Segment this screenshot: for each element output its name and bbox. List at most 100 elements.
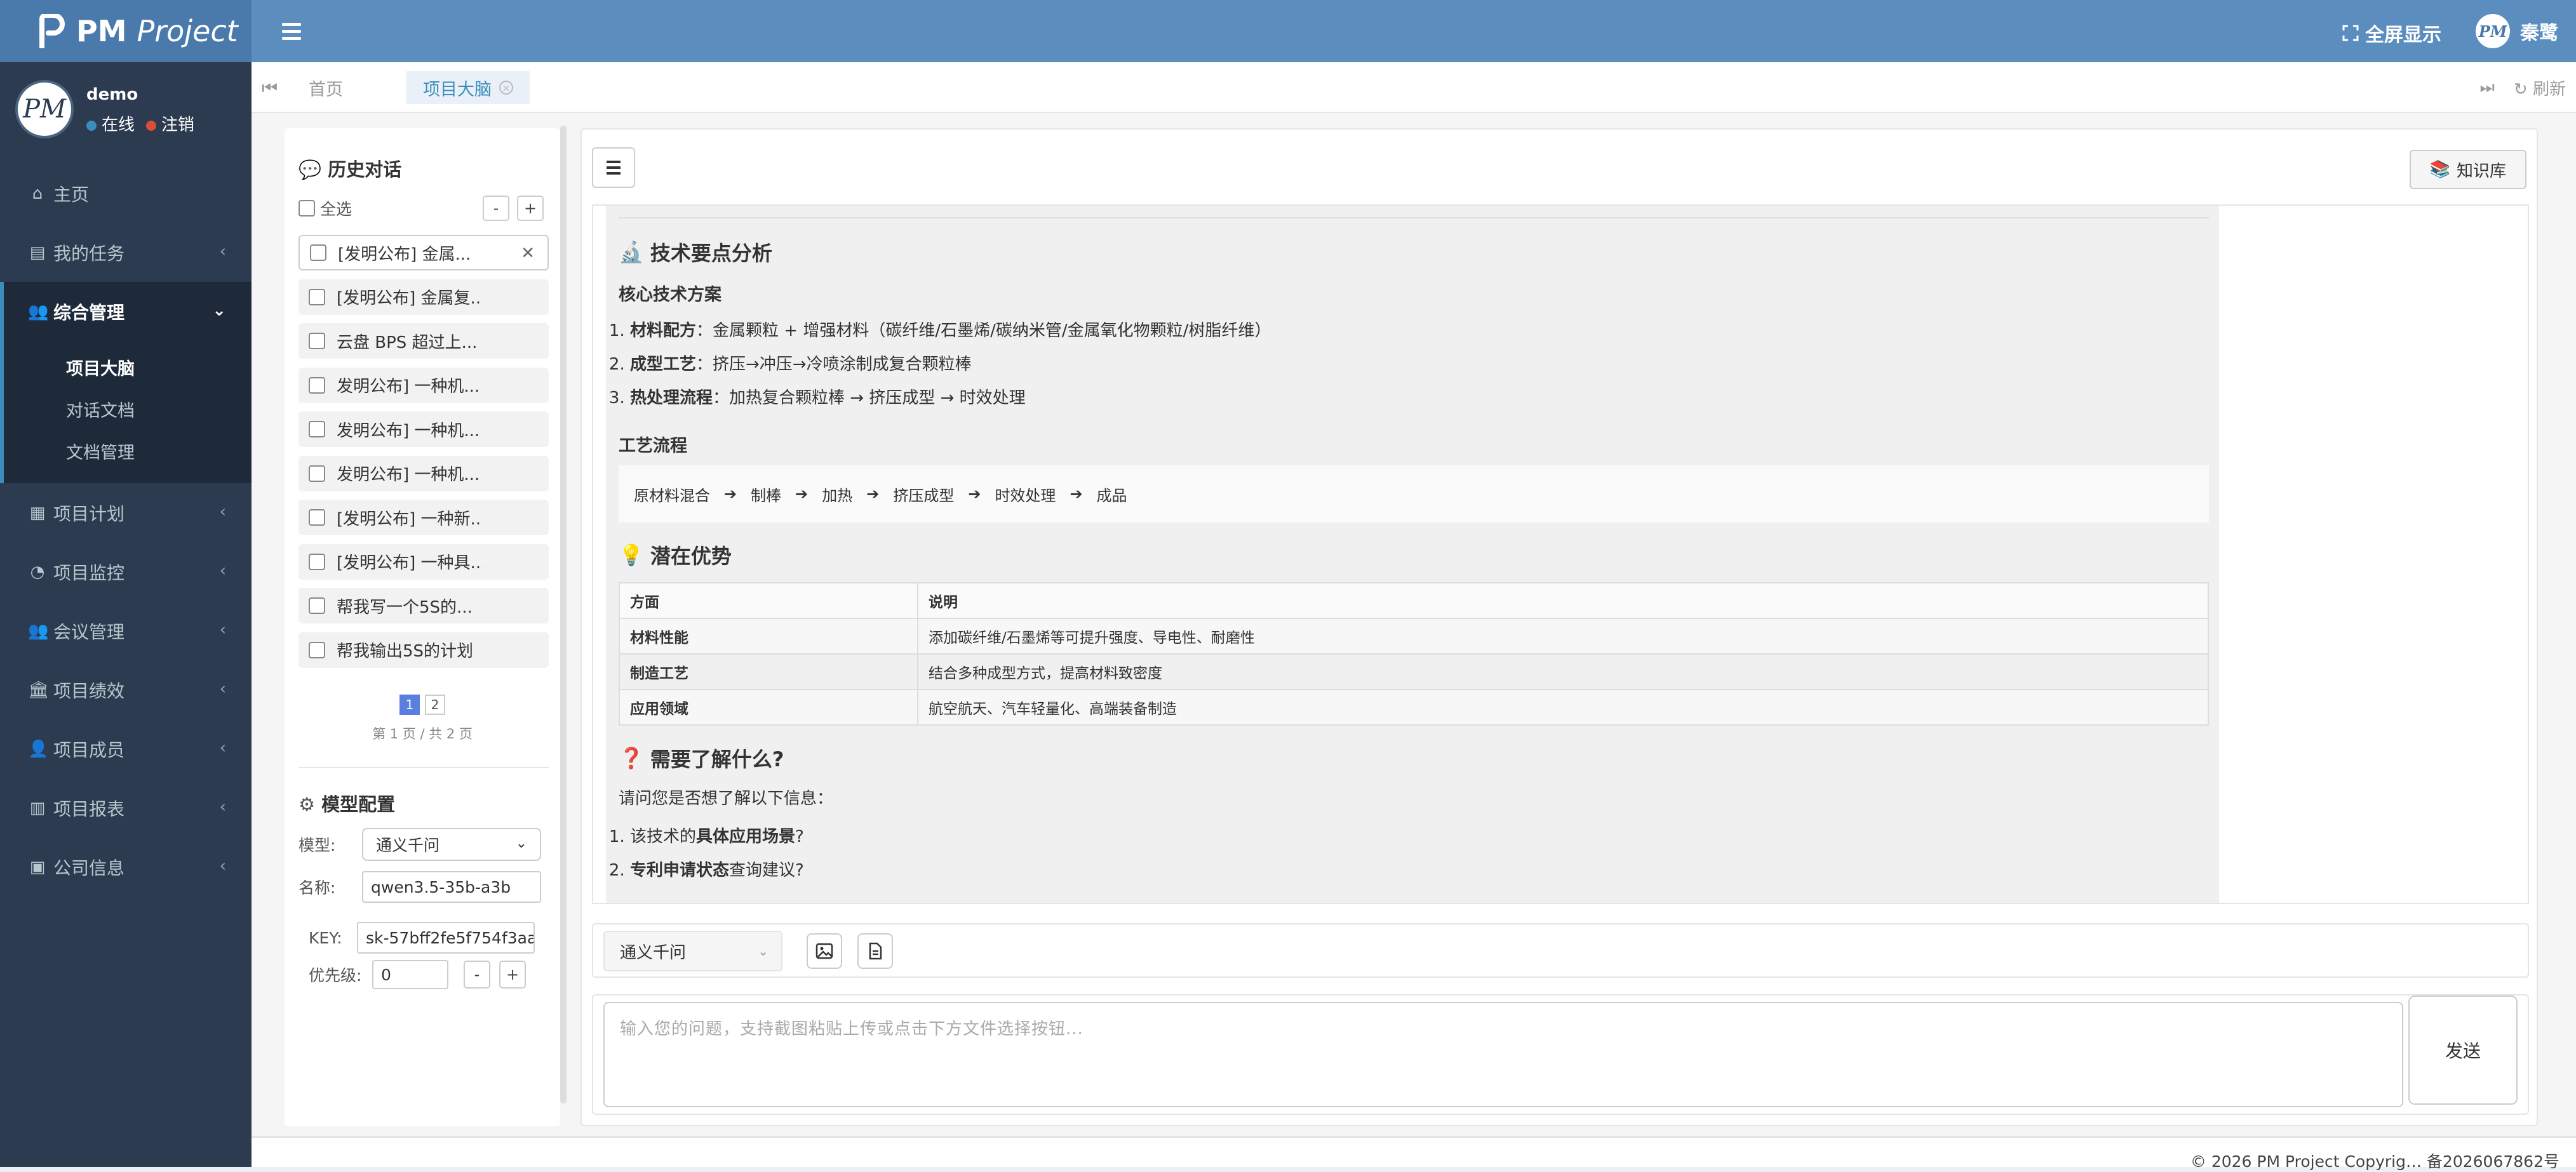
sidebar-item-reports[interactable]: ▥ 项目报表 ‹ — [0, 778, 252, 837]
page-1-button[interactable]: 1 — [399, 695, 420, 715]
send-button[interactable]: 发送 — [2408, 996, 2518, 1105]
chat-menu-button[interactable] — [592, 147, 635, 188]
table-header: 方面 — [619, 582, 918, 619]
name-input[interactable]: qwen3.5-35b-a3b — [362, 871, 541, 903]
sidebar: PM demo 在线 注销 ⌂ 主页 ▤ 我的任务 ‹ 👥 综合管理 ⌄ 项目大脑 对话文… — [0, 62, 252, 1167]
sidebar-item-performance[interactable]: 🏛 项目绩效 ‹ — [0, 660, 252, 719]
section-title-advantages: 💡 潜在优势 — [619, 543, 732, 568]
content-area: 💬 历史对话 全选 - + [发明公布] 金属... ✕ [发明公布] 金属复..… — [252, 113, 2576, 1136]
chevron-left-icon: ‹ — [219, 738, 226, 757]
logo[interactable]: PM Project — [0, 0, 252, 62]
item-checkbox[interactable] — [309, 597, 325, 614]
history-scrollbar[interactable] — [560, 126, 567, 1103]
list-item: 材料配方：金属颗粒 + 增强材料（碳纤维/石墨烯/碳纳米管/金属氧化物颗粒/树脂… — [630, 314, 2209, 348]
group-icon: 👥 — [28, 621, 49, 641]
logo-text: PM Project — [76, 14, 238, 48]
priority-decrement-button[interactable]: - — [464, 961, 490, 989]
fullscreen-button[interactable]: 全屏显示 — [2342, 19, 2441, 47]
priority-increment-button[interactable]: + — [499, 961, 526, 989]
avatar: PM — [2476, 14, 2510, 48]
arrow-icon: ➔ — [1070, 485, 1083, 503]
user-name: 秦鹭 — [2520, 22, 2558, 44]
sidebar-item-monitor[interactable]: ◔ 项目监控 ‹ — [0, 542, 252, 601]
list-item[interactable]: [发明公布] 金属... ✕ — [299, 235, 549, 270]
chevron-left-icon: ‹ — [219, 502, 226, 521]
expand-icon — [2342, 25, 2359, 41]
refresh-button[interactable]: ↻ 刷新 — [2514, 76, 2566, 100]
sidebar-toggle-icon[interactable] — [282, 19, 301, 42]
collapse-button[interactable]: - — [483, 196, 509, 221]
list-item[interactable]: [发明公布] 金属复... — [299, 279, 549, 315]
comment-icon: 💬 — [299, 159, 322, 180]
item-checkbox[interactable] — [309, 465, 325, 482]
list-item[interactable]: [发明公布] 一种具... — [299, 543, 549, 580]
chevron-left-icon: ‹ — [219, 620, 226, 639]
close-icon[interactable]: × — [499, 81, 513, 95]
item-checkbox[interactable] — [309, 376, 325, 394]
list-item[interactable]: [发明公布] 一种新... — [299, 500, 549, 535]
section-title-analysis: 🔬 技术要点分析 — [619, 240, 772, 265]
item-checkbox[interactable] — [309, 421, 325, 437]
sidebar-item-my-tasks[interactable]: ▤ 我的任务 ‹ — [0, 223, 252, 282]
sidebar-sub-project-brain[interactable]: 项目大脑 — [4, 346, 252, 388]
sidebar-sub-doc-manage[interactable]: 文档管理 — [4, 430, 252, 472]
flow-step: 原材料混合 — [634, 486, 710, 505]
core-tech-title: 核心技术方案 — [619, 285, 721, 305]
tab-scroll-left-icon[interactable]: ⏮ — [262, 77, 283, 99]
select-all-checkbox[interactable] — [299, 200, 315, 216]
process-flow: 原材料混合 ➔ 制棒 ➔ 加热 ➔ 挤压成型 ➔ 时效处理 ➔ 成品 — [619, 465, 2209, 523]
dashboard-icon: ◔ — [30, 562, 45, 582]
name-row: 名称: qwen3.5-35b-a3b — [299, 871, 541, 903]
key-label: KEY: — [309, 928, 342, 947]
name-label: 名称: — [299, 879, 336, 897]
list-item[interactable]: 发明公布] 一种机... — [299, 367, 549, 403]
input-toolbar: 通义千问 ⌄ — [592, 923, 2529, 978]
users-icon: 👥 — [28, 302, 49, 321]
item-checkbox[interactable] — [309, 333, 325, 349]
sidebar-item-meeting[interactable]: 👥 会议管理 ‹ — [0, 601, 252, 660]
item-checkbox[interactable] — [309, 509, 325, 526]
sidebar-sub-chat-docs[interactable]: 对话文档 — [4, 388, 252, 430]
message-input[interactable]: 输入您的问题，支持截图粘贴上传或点击下方文件选择按钮... — [603, 1002, 2403, 1107]
list-item[interactable]: 云盘 BPS 超过上... — [299, 323, 549, 359]
top-header: PM Project 全屏显示 PM 秦鹭 — [0, 0, 2576, 62]
model-quick-select[interactable]: 通义千问 ⌄ — [603, 931, 782, 971]
message-area[interactable]: 🔬技术要点分析 核心技术方案 材料配方：金属颗粒 + 增强材料（碳纤维/石墨烯/… — [592, 204, 2529, 904]
table-cut-row — [619, 206, 2209, 218]
list-item[interactable]: 发明公布] 一种机... — [299, 455, 549, 491]
model-select[interactable]: 通义千问 ⌄ — [362, 828, 541, 861]
item-checkbox[interactable] — [310, 244, 326, 261]
close-icon[interactable]: ✕ — [521, 244, 535, 263]
priority-input[interactable]: 0 — [372, 960, 448, 989]
sidebar-item-members[interactable]: 👤 项目成员 ‹ — [0, 719, 252, 778]
sidebar-item-plan[interactable]: ▦ 项目计划 ‹ — [0, 483, 252, 542]
tab-bar: ⏮ 首页 项目大脑 × ⏭ ↻ 刷新 — [252, 62, 2576, 113]
upload-image-button[interactable] — [807, 933, 842, 969]
list-item[interactable]: 帮我输出5S的计划 — [299, 632, 549, 668]
list-item[interactable]: 帮我写一个5S的... — [299, 588, 549, 623]
chevron-down-icon: ⌄ — [515, 836, 527, 851]
upload-file-button[interactable] — [857, 933, 893, 969]
user-menu[interactable]: PM 秦鹭 — [2476, 14, 2558, 48]
item-checkbox[interactable] — [309, 641, 325, 658]
tab-scroll-right-icon[interactable]: ⏭ — [2480, 78, 2495, 98]
item-checkbox[interactable] — [309, 553, 325, 570]
list-item: 该技术的具体应用场景? — [630, 820, 2209, 854]
logout-link[interactable]: 注销 — [146, 112, 194, 135]
sidebar-item-general[interactable]: 👥 综合管理 ⌄ — [0, 282, 252, 341]
page-2-button[interactable]: 2 — [425, 695, 445, 715]
arrow-icon: ➔ — [795, 485, 808, 503]
arrow-icon: ➔ — [724, 485, 737, 503]
knowledge-base-button[interactable]: 📚 知识库 — [2409, 150, 2526, 189]
sidebar-item-company[interactable]: ▣ 公司信息 ‹ — [0, 837, 252, 896]
tab-home[interactable]: 首页 — [292, 71, 359, 104]
item-checkbox[interactable] — [309, 288, 325, 305]
table-row: 制造工艺 结合多种成型方式，提高材料致密度 — [619, 653, 2209, 690]
key-row: KEY: sk-57bff2fe5f754f3aabc — [309, 922, 535, 954]
tab-project-brain[interactable]: 项目大脑 × — [406, 71, 530, 104]
model-label: 模型: — [299, 836, 336, 855]
sidebar-item-home[interactable]: ⌂ 主页 — [0, 164, 252, 223]
expand-button[interactable]: + — [517, 196, 544, 221]
key-input[interactable]: sk-57bff2fe5f754f3aabc — [357, 922, 535, 954]
list-item[interactable]: 发明公布] 一种机... — [299, 411, 549, 447]
